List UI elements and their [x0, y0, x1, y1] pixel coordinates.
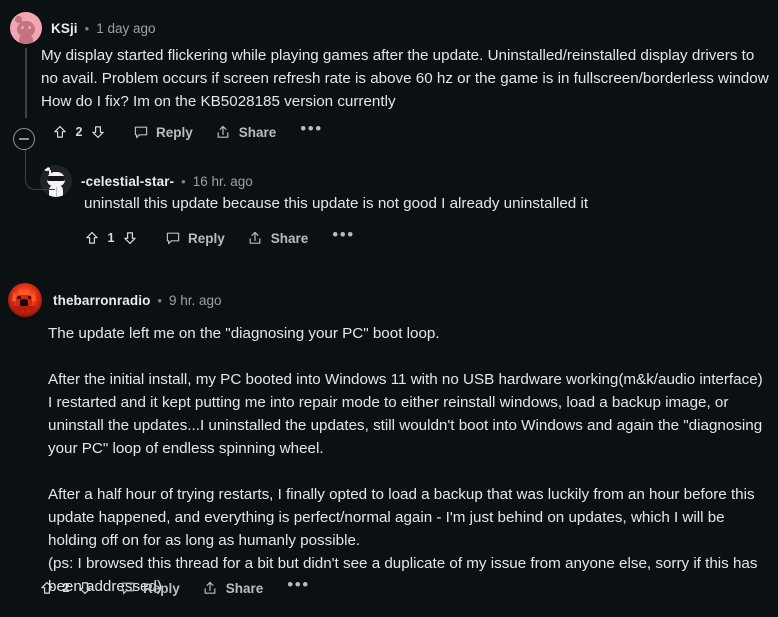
collapse-thread-button[interactable]: [13, 128, 35, 150]
vote-group: 1: [80, 226, 142, 250]
upvote-arrow-icon[interactable]: [80, 226, 104, 250]
comment-paragraph-line: no avail. Problem occurs if screen refre…: [41, 70, 769, 87]
share-upload-icon: [215, 120, 232, 144]
monster-eye-left-icon: [17, 296, 21, 299]
snoo-body-detail-icon: [55, 187, 57, 197]
share-button[interactable]: Share: [247, 226, 309, 250]
share-label: Share: [225, 580, 264, 596]
vote-count: 2: [75, 125, 83, 139]
more-options-button[interactable]: •••: [287, 576, 309, 595]
comment-author-username[interactable]: KSji: [51, 21, 78, 36]
share-button[interactable]: Share: [215, 120, 277, 144]
vote-count: 2: [62, 581, 70, 595]
comment-bubble-icon: [164, 226, 181, 250]
monster-drip-icon: [13, 306, 35, 314]
share-label: Share: [238, 124, 277, 140]
comment-bubble-icon: [119, 576, 136, 600]
more-options-button[interactable]: •••: [332, 226, 354, 245]
reply-label: Reply: [188, 230, 225, 246]
monster-eye-right-icon: [27, 296, 31, 299]
comment-paragraph-line: uninstall the updates...I uninstalled th…: [48, 417, 763, 434]
share-upload-icon: [202, 576, 219, 600]
share-label: Share: [270, 230, 309, 246]
comment-paragraph-line: I restarted and it kept putting me into …: [48, 394, 729, 411]
meta-separator: •: [84, 20, 90, 36]
avatar-snoo-pink[interactable]: [10, 12, 42, 44]
comment-timestamp: 1 day ago: [96, 20, 156, 36]
comment-bubble-icon: [132, 120, 149, 144]
comment-paragraph-line: your PC" loop of endless spinning wheel.: [48, 440, 324, 457]
comment-paragraph-line: The update left me on the "diagnosing yo…: [48, 325, 440, 342]
comment-body-ksji: My display started flickering while play…: [41, 44, 769, 113]
reply-button[interactable]: Reply: [132, 120, 193, 144]
comment-thebarronradio: thebarronradio • 9 hr. ago: [8, 282, 222, 318]
comment-paragraph-line: uninstall this update because this updat…: [84, 195, 589, 212]
avatar-red-monster[interactable]: [8, 283, 42, 317]
downvote-arrow-icon[interactable]: [73, 576, 97, 600]
vote-count: 1: [107, 231, 115, 245]
comment-timestamp: 16 hr. ago: [192, 173, 253, 189]
comment-paragraph-line: update happened, and everything is perfe…: [48, 509, 725, 526]
comment-body-celestial-star: uninstall this update because this updat…: [84, 192, 588, 215]
comment-actions-ksji: 2 Reply Share •••: [48, 116, 323, 148]
thread-line-main: [25, 48, 27, 118]
comment-paragraph-line: After a half hour of trying restarts, I …: [48, 486, 755, 503]
comment-thread: KSji • 1 day ago My display started flic…: [0, 0, 778, 617]
comment-paragraph-line: After the initial install, my PC booted …: [48, 371, 763, 388]
comment-body-thebarronradio: The update left me on the "diagnosing yo…: [48, 322, 763, 598]
vote-group: 2: [48, 120, 110, 144]
reply-label: Reply: [156, 124, 193, 140]
upvote-arrow-icon[interactable]: [35, 576, 59, 600]
vote-group: 2: [35, 576, 97, 600]
comment-paragraph-line: How do I fix? Im on the KB5028185 versio…: [41, 93, 396, 110]
more-options-button[interactable]: •••: [300, 120, 322, 139]
meta-separator: •: [181, 173, 186, 189]
comment-ksji: KSji • 1 day ago: [10, 10, 156, 46]
comment-author-username[interactable]: -celestial-star-: [81, 174, 174, 189]
comment-paragraph-line: holding off on for as long as humanly po…: [48, 532, 361, 549]
downvote-arrow-icon[interactable]: [118, 226, 142, 250]
comment-header: KSji • 1 day ago: [10, 10, 156, 46]
reply-label: Reply: [143, 580, 180, 596]
comment-author-username[interactable]: thebarronradio: [53, 293, 150, 308]
snoo-eye-left-icon: [21, 26, 24, 29]
comment-actions-celestial-star: 1 Reply Share •••: [80, 222, 355, 254]
downvote-arrow-icon[interactable]: [86, 120, 110, 144]
snoo-body-icon: [19, 34, 33, 44]
share-upload-icon: [247, 226, 264, 250]
reply-button[interactable]: Reply: [164, 226, 225, 250]
reply-button[interactable]: Reply: [119, 576, 180, 600]
comment-timestamp: 9 hr. ago: [168, 292, 222, 308]
snoo-eye-right-icon: [28, 26, 31, 29]
meta-separator: •: [157, 292, 162, 308]
comment-paragraph-line: My display started flickering while play…: [41, 47, 755, 64]
comment-actions-thebarronradio: 2 Reply Share •••: [35, 572, 310, 604]
comment-header: thebarronradio • 9 hr. ago: [8, 282, 222, 318]
share-button[interactable]: Share: [202, 576, 264, 600]
